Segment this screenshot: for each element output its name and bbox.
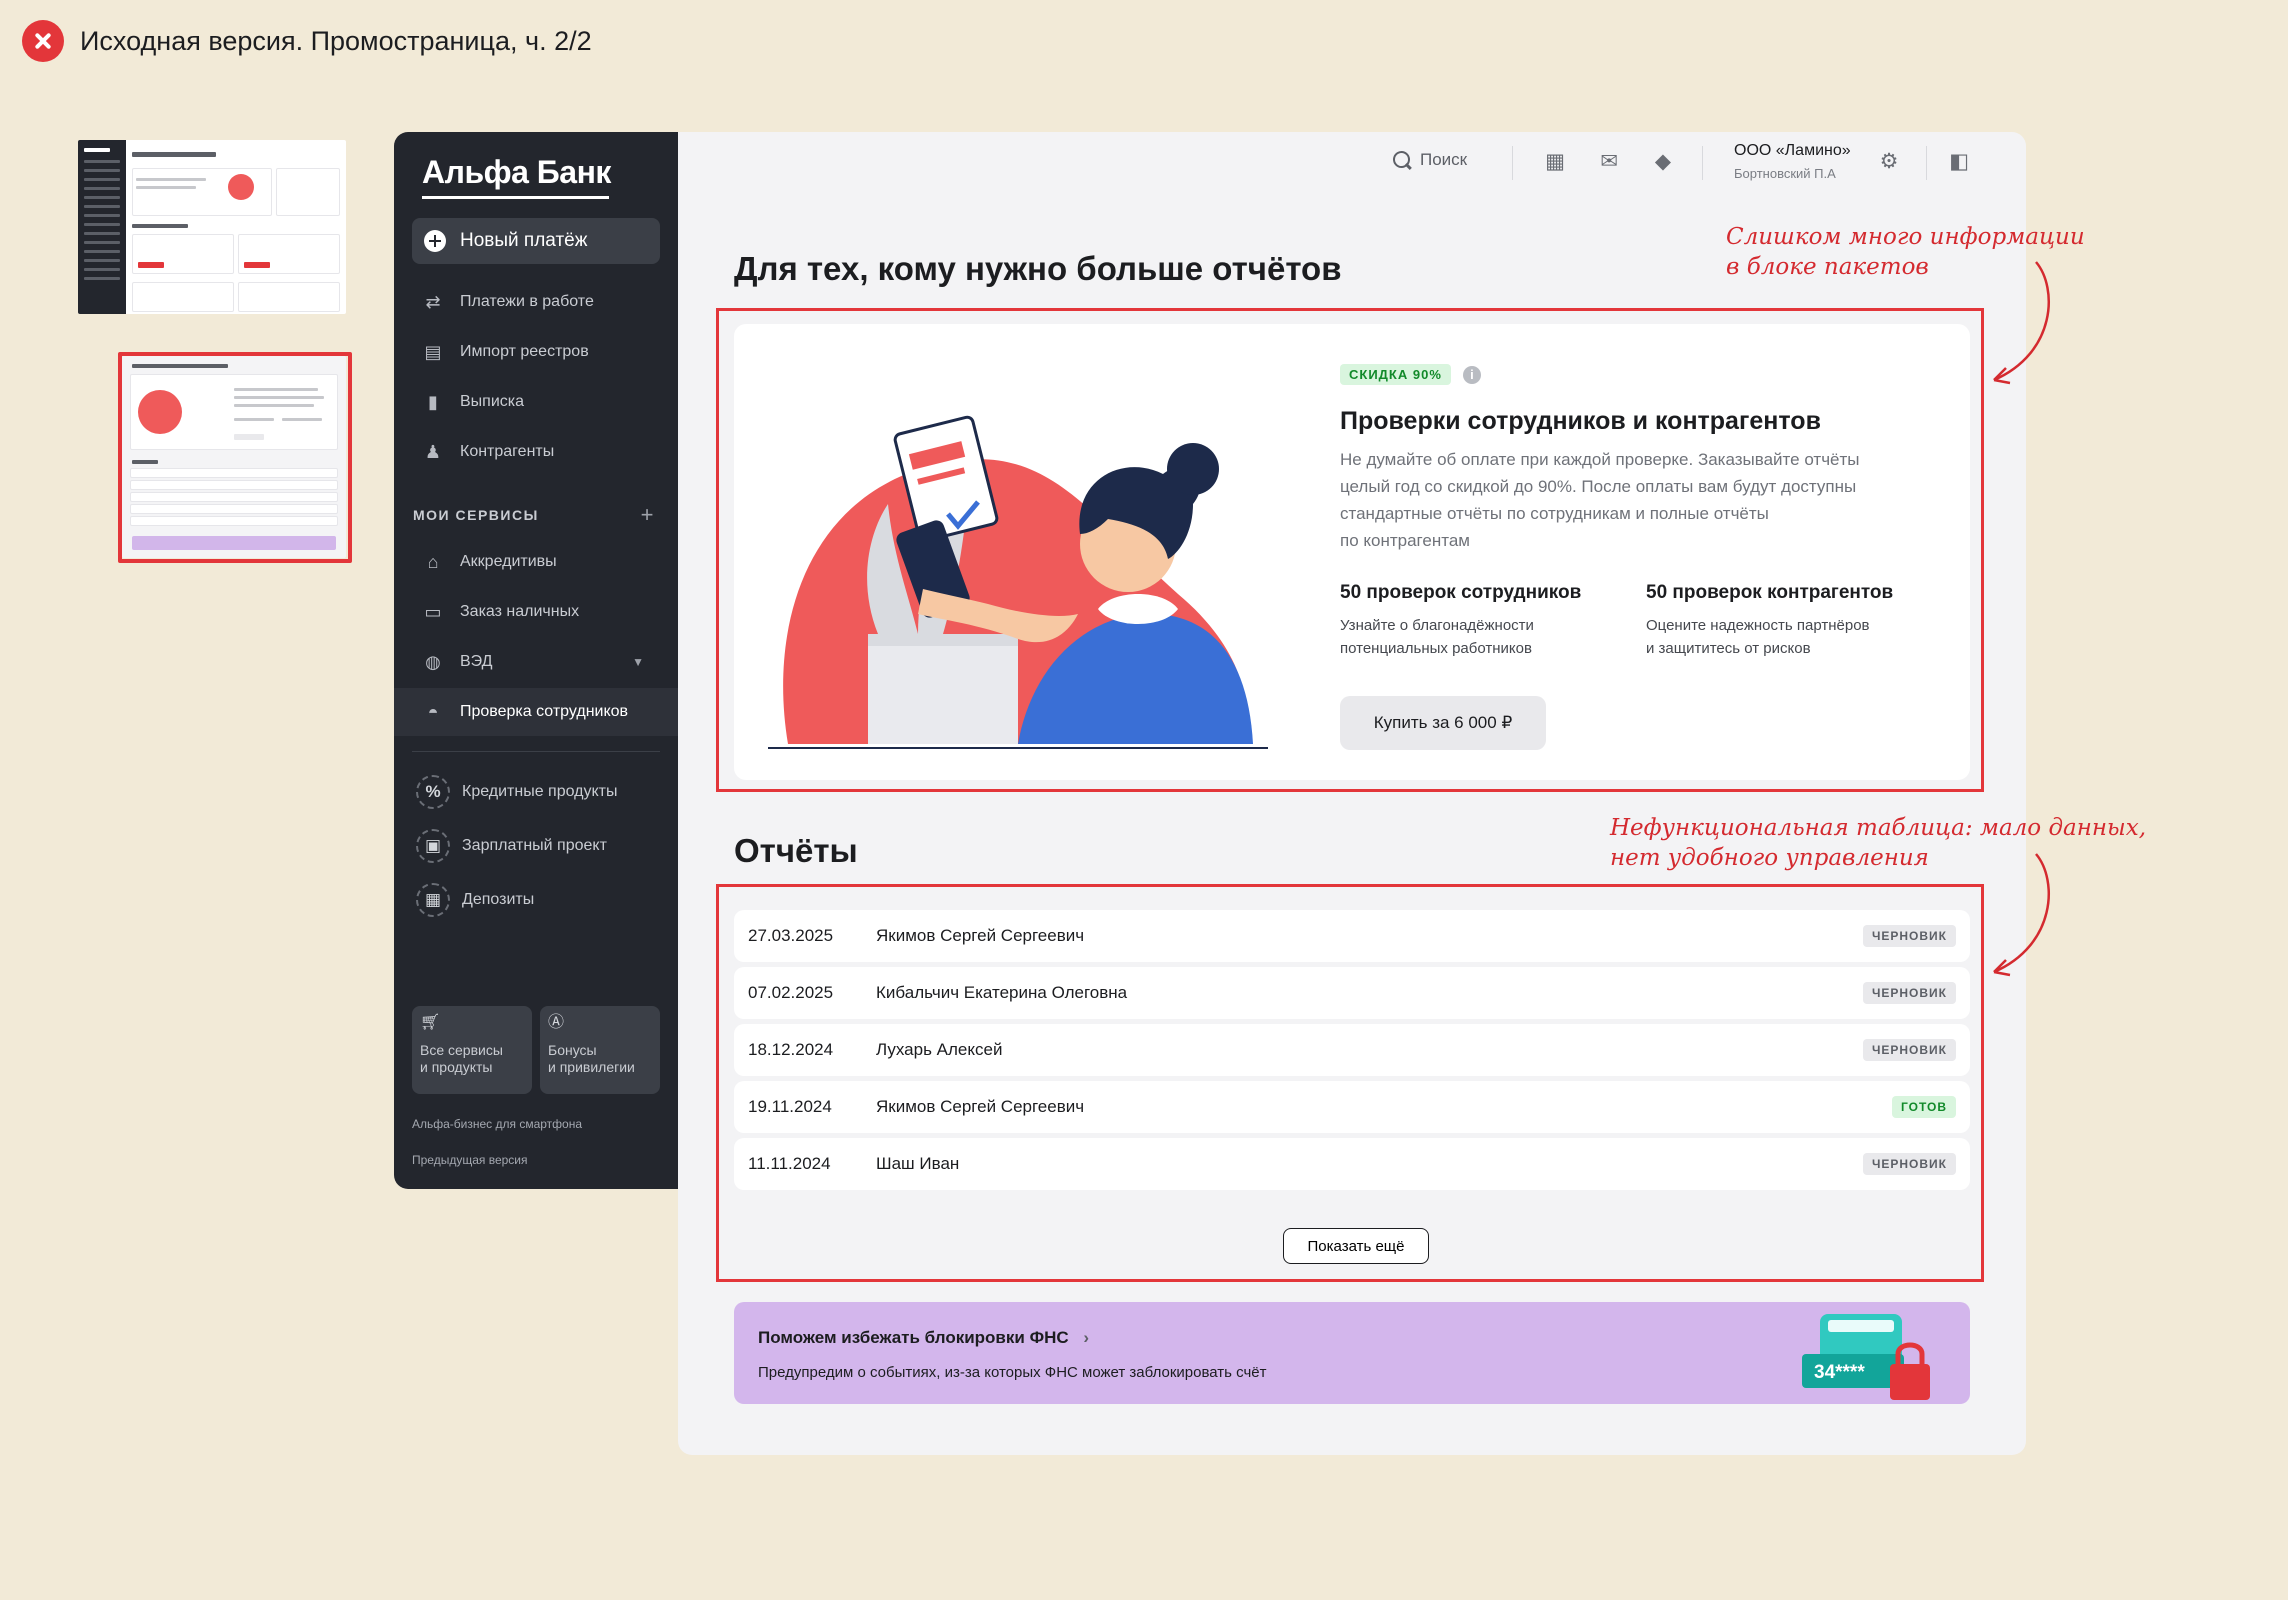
sidebar-item-label: ВЭД [460, 653, 493, 670]
chevron-down-icon: ▼ [632, 655, 644, 669]
globe-icon: ◍ [425, 651, 441, 672]
mail-icon[interactable]: ✉ [1596, 148, 1622, 174]
account-number-text: 34**** [1814, 1362, 1865, 1383]
packs-annotation-frame [716, 308, 1984, 792]
table-annotation-frame [716, 884, 1984, 1282]
cash-icon: ▭ [424, 601, 442, 622]
search-button[interactable]: Поиск [1392, 150, 1467, 170]
sidebar-item-statement[interactable]: ▮ Выписка [412, 380, 660, 424]
search-label: Поиск [1420, 150, 1468, 169]
document-icon: ▮ [428, 391, 438, 412]
fns-banner[interactable]: Поможем избежать блокировки ФНС › Предуп… [734, 1302, 1970, 1404]
safe-icon: ▦ [416, 883, 450, 917]
tile-label: и продукты [420, 1059, 493, 1075]
sidebar-item-letters-of-credit[interactable]: ⌂ Аккредитивы [412, 540, 660, 584]
page-caption: Исходная версия. Промостраница, ч. 2/2 [22, 20, 592, 62]
search-icon [1392, 150, 1412, 170]
chat-icon[interactable]: ◆ [1650, 148, 1676, 174]
sidebar-item-label: Проверка сотрудников [460, 703, 629, 720]
top-bar: Поиск ▦ ✉ ◆ ООО «Ламино» Бортновский П.А… [678, 132, 2026, 202]
previous-version-link[interactable]: Предыдущая версия [412, 1153, 528, 1167]
sidebar-item-label: Депозиты [462, 891, 535, 908]
annotation-arrow-icon [1993, 261, 2050, 385]
toolbar-divider [1702, 146, 1703, 180]
tile-label: Все сервисы [420, 1042, 503, 1058]
toolbar-divider [1926, 146, 1927, 180]
org-user: Бортновский П.А [1734, 166, 1836, 181]
sidebar-item-salary-project[interactable]: ▣ Зарплатный проект [412, 824, 660, 868]
sidebar-item-ved[interactable]: ◍ ВЭД ▼ [412, 640, 660, 684]
sidebar-item-label: Зарплатный проект [462, 837, 607, 854]
organization-switcher[interactable]: ООО «Ламино» Бортновский П.А [1734, 142, 1851, 181]
sidebar-item-label: Заказ наличных [460, 603, 580, 620]
new-payment-label: Новый платёж [460, 230, 588, 251]
section-label: МОИ СЕРВИСЫ [413, 507, 539, 523]
chevron-right-icon: › [1083, 1328, 1090, 1347]
tile-label: Бонусы [548, 1042, 597, 1058]
detective-icon: ◓ [427, 701, 439, 722]
fns-title: Поможем избежать блокировки ФНС › [758, 1328, 1089, 1348]
close-circle-icon [22, 20, 64, 62]
thumbnail-highlight-frame [118, 352, 352, 563]
briefcase-settings-icon[interactable]: ⚙ [1876, 148, 1902, 174]
bonuses-tile[interactable]: Ⓐ Бонусы и привилегии [540, 1006, 660, 1094]
sidebar-item-deposits[interactable]: ▦ Депозиты [412, 878, 660, 922]
my-services-section: МОИ СЕРВИСЫ + [413, 502, 661, 528]
sidebar-item-employee-check[interactable]: ◓ Проверка сотрудников [394, 688, 678, 736]
reports-heading: Отчёты [734, 832, 858, 869]
sidebar-item-counterparties[interactable]: ♟ Контрагенты [412, 430, 660, 474]
fns-subtitle: Предупредим о событиях, из-за которых ФН… [758, 1364, 1267, 1381]
org-name: ООО «Ламино» [1734, 142, 1851, 159]
sidebar-item-label: Импорт реестров [460, 343, 589, 360]
cart-icon: 🛒︎ [420, 1014, 441, 1031]
bank-icon: ⌂ [427, 551, 439, 572]
sidebar-item-cash-order[interactable]: ▭ Заказ наличных [412, 590, 660, 634]
bank-logo[interactable]: Альфа Банк [422, 154, 611, 199]
page-thumbnail-1 [78, 140, 346, 314]
calendar-icon[interactable]: ▦ [1542, 148, 1568, 174]
fns-title-text: Поможем избежать блокировки ФНС [758, 1328, 1069, 1347]
document-import-icon: ▤ [424, 341, 442, 362]
sidebar-item-label: Контрагенты [460, 443, 555, 460]
people-icon: ♟ [424, 441, 442, 462]
new-payment-button[interactable]: Новый платёж [412, 218, 660, 264]
toolbar-divider [1512, 146, 1513, 180]
sidebar-item-label: Аккредитивы [460, 553, 557, 570]
plus-icon[interactable]: + [641, 502, 655, 528]
packs-heading: Для тех, кому нужно больше отчётов [734, 250, 1342, 287]
locked-account-illustration: 34**** [1802, 1314, 1930, 1400]
note-line: Нефункциональная таблица: мало данных, [1610, 815, 2147, 841]
caption-text: Исходная версия. Промостраница, ч. 2/2 [80, 25, 592, 56]
arrows-exchange-icon: ⇄ [425, 291, 441, 312]
sidebar-toggle-icon[interactable]: ◧ [1946, 148, 1972, 174]
note-line: Слишком много информации [1726, 224, 2085, 250]
tile-label: и привилегии [548, 1059, 635, 1075]
all-services-tile[interactable]: 🛒︎ Все сервисы и продукты [412, 1006, 532, 1094]
sidebar-item-label: Платежи в работе [460, 293, 594, 310]
sidebar-item-import-registries[interactable]: ▤ Импорт реестров [412, 330, 660, 374]
percent-icon: % [416, 775, 450, 809]
annotation-arrow-icon [1993, 853, 2050, 977]
sidebar-divider [412, 751, 660, 752]
sidebar-item-label: Выписка [460, 393, 525, 410]
wallet-icon: ▣ [416, 829, 450, 863]
alfa-circle-icon: Ⓐ [548, 1014, 565, 1031]
sidebar: Альфа Банк Новый платёж ⇄ Платежи в рабо… [394, 132, 678, 1189]
thumbnail-main [132, 148, 340, 312]
plus-circle-icon [424, 230, 446, 252]
mobile-app-link[interactable]: Альфа-бизнес для смартфона [412, 1117, 582, 1131]
sidebar-item-credit-products[interactable]: % Кредитные продукты [412, 770, 660, 814]
sidebar-item-payments-in-progress[interactable]: ⇄ Платежи в работе [412, 280, 660, 324]
thumbnail-sidebar [78, 140, 126, 314]
sidebar-item-label: Кредитные продукты [462, 783, 618, 800]
